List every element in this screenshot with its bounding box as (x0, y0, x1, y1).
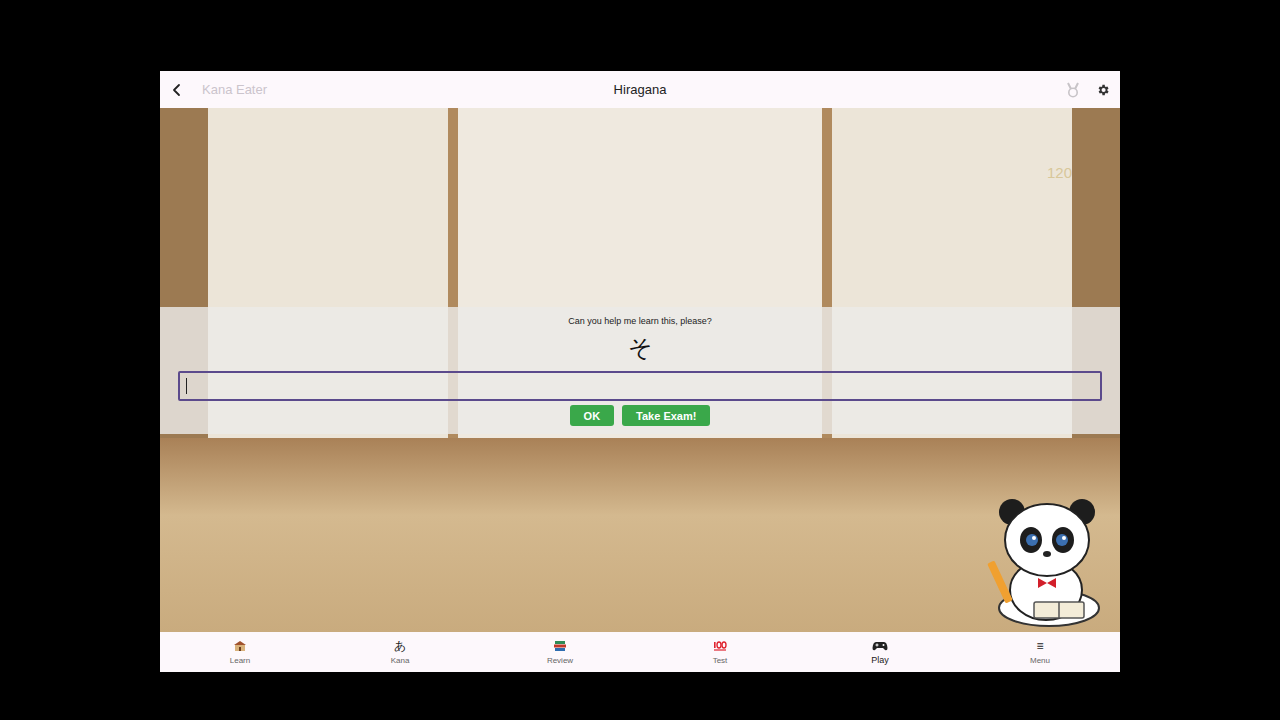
nav-item[interactable]: ≡ Menu (960, 632, 1120, 672)
back-arrow-icon[interactable] (170, 83, 184, 97)
nav-item[interactable]: Review (480, 632, 640, 672)
question-dialog: Can you help me learn this, please? そ OK Ta… (160, 307, 1120, 434)
top-bar: Kana Eater Hiragana (160, 71, 1120, 108)
nav-item[interactable]: Learn (160, 632, 320, 672)
school-icon (233, 640, 247, 652)
gamepad-icon (872, 640, 888, 652)
answer-input[interactable] (178, 371, 1102, 401)
game-stage: 120 Can you help me learn this, please? そ O… (160, 108, 1120, 632)
nav-label: Play (871, 655, 889, 665)
app-name: Kana Eater (202, 82, 267, 97)
medal-icon[interactable] (1066, 82, 1080, 98)
text-caret (186, 378, 187, 394)
page-title: Hiragana (614, 82, 667, 97)
nav-label: Test (713, 656, 728, 665)
panda-mascot-icon (974, 490, 1114, 630)
books-icon (553, 640, 567, 652)
dialog-button[interactable]: OK (570, 405, 615, 426)
app-window: Kana Eater Hiragana 120 Can you help me lea… (160, 71, 1120, 672)
button-row: OK Take Exam! (570, 405, 711, 426)
nav-item[interactable]: Play (800, 632, 960, 672)
score: 120 (1047, 164, 1072, 181)
nav-label: Kana (391, 656, 410, 665)
nav-item[interactable]: あ Kana (320, 632, 480, 672)
nav-label: Menu (1030, 656, 1050, 665)
kana-character: そ (628, 331, 653, 365)
kana-icon: あ (394, 640, 406, 653)
nav-label: Review (547, 656, 573, 665)
gear-icon[interactable] (1096, 83, 1110, 97)
nav-label: Learn (230, 656, 250, 665)
prompt: Can you help me learn this, please? (568, 315, 712, 327)
screen: Kana Eater Hiragana 120 Can you help me lea… (0, 0, 1280, 720)
hundred-icon (713, 640, 727, 652)
nav-item[interactable]: Test (640, 632, 800, 672)
menu-icon: ≡ (1036, 640, 1043, 653)
dialog-button[interactable]: Take Exam! (622, 405, 710, 426)
bottom-nav: Learn あ Kana Review Test Play ≡ Menu (160, 632, 1120, 672)
